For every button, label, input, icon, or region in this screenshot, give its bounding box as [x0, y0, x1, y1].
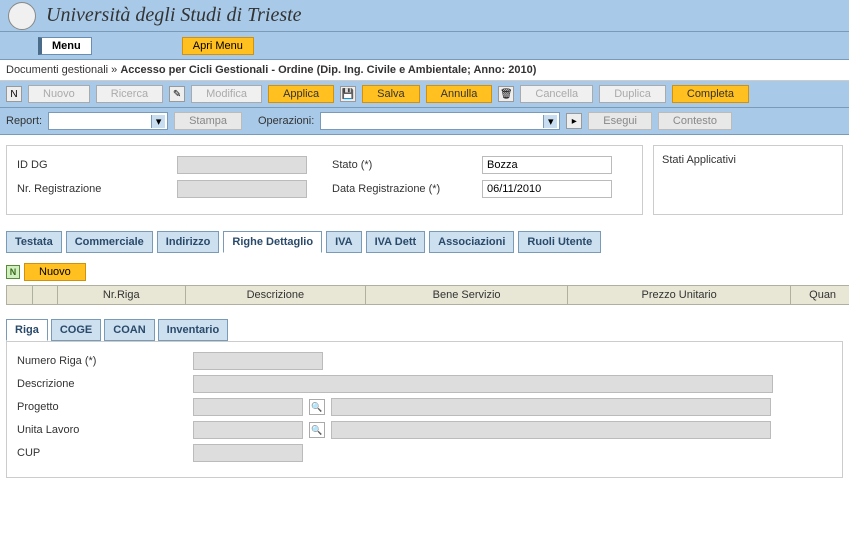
tab-indirizzo[interactable]: Indirizzo [157, 231, 220, 253]
run-button[interactable]: Esegui [588, 112, 652, 130]
tab-ruoli-utente[interactable]: Ruoli Utente [518, 231, 601, 253]
subtab-inventario[interactable]: Inventario [158, 319, 229, 341]
delete-button[interactable]: Cancella [520, 85, 593, 103]
context-button[interactable]: Contesto [658, 112, 732, 130]
grid-col-quantita: Quan [791, 286, 849, 305]
delete-icon: 🗑 [498, 86, 514, 102]
grid-col-blank1 [7, 286, 33, 305]
report-label: Report: [6, 115, 42, 127]
unita-lavoro-lookup-icon[interactable]: 🔍 [309, 422, 325, 438]
apply-button[interactable]: Applica [268, 85, 334, 103]
tab-commerciale[interactable]: Commerciale [66, 231, 153, 253]
tab-iva[interactable]: IVA [326, 231, 362, 253]
data-reg-field[interactable]: 06/11/2010 [482, 180, 612, 198]
university-logo [8, 2, 36, 30]
grid-col-blank2 [32, 286, 58, 305]
edit-icon: ✎ [169, 86, 185, 102]
chevron-down-icon: ▾ [543, 115, 557, 128]
grid-col-nrriga: Nr.Riga [58, 286, 186, 305]
breadcrumb: Documenti gestionali » Accesso per Cicli… [0, 60, 849, 81]
progetto-lookup-icon[interactable]: 🔍 [309, 399, 325, 415]
grid-col-descrizione: Descrizione [185, 286, 366, 305]
operations-select[interactable]: ▾ [320, 112, 560, 130]
new-icon: N [6, 86, 22, 102]
chevron-down-icon: ▾ [151, 115, 165, 128]
tab-iva-dett[interactable]: IVA Dett [366, 231, 426, 253]
grid-col-bene-servizio: Bene Servizio [366, 286, 568, 305]
numero-riga-label: Numero Riga (*) [17, 355, 187, 367]
nr-reg-label: Nr. Registrazione [17, 183, 167, 195]
new-row-button[interactable]: Nuovo [24, 263, 86, 281]
cup-label: CUP [17, 447, 187, 459]
stato-label: Stato (*) [332, 159, 472, 171]
unita-lavoro-code-field[interactable] [193, 421, 303, 439]
progetto-desc-field[interactable] [331, 398, 771, 416]
edit-button[interactable]: Modifica [191, 85, 262, 103]
numero-riga-field[interactable] [193, 352, 323, 370]
progetto-code-field[interactable] [193, 398, 303, 416]
tab-associazioni[interactable]: Associazioni [429, 231, 514, 253]
tab-testata[interactable]: Testata [6, 231, 62, 253]
operations-label: Operazioni: [258, 115, 314, 127]
search-button[interactable]: Ricerca [96, 85, 163, 103]
tab-righe-dettaglio[interactable]: Righe Dettaglio [223, 231, 322, 253]
stati-applicativi-label: Stati Applicativi [662, 154, 834, 166]
cancel-button[interactable]: Annulla [426, 85, 493, 103]
open-menu-button[interactable]: Apri Menu [182, 37, 254, 55]
id-dg-field [177, 156, 307, 174]
id-dg-label: ID DG [17, 159, 167, 171]
report-select[interactable]: ▾ [48, 112, 168, 130]
new-button[interactable]: Nuovo [28, 85, 90, 103]
complete-button[interactable]: Completa [672, 85, 749, 103]
cup-field[interactable] [193, 444, 303, 462]
descrizione-label: Descrizione [17, 378, 187, 390]
nr-reg-field [177, 180, 307, 198]
descrizione-field[interactable] [193, 375, 773, 393]
subtab-coge[interactable]: COGE [51, 319, 101, 341]
menu-button[interactable]: Menu [38, 37, 92, 55]
data-reg-label: Data Registrazione (*) [332, 183, 472, 195]
grid-col-prezzo: Prezzo Unitario [568, 286, 791, 305]
subtab-coan[interactable]: COAN [104, 319, 154, 341]
new-row-icon: N [6, 265, 20, 279]
subtab-riga[interactable]: Riga [6, 319, 48, 341]
progetto-label: Progetto [17, 401, 187, 413]
print-button[interactable]: Stampa [174, 112, 242, 130]
save-button[interactable]: Salva [362, 85, 420, 103]
run-icon: ▸ [566, 113, 582, 129]
save-icon: 💾 [340, 86, 356, 102]
duplicate-button[interactable]: Duplica [599, 85, 666, 103]
page-title: Università degli Studi di Trieste [46, 4, 302, 27]
unita-lavoro-label: Unita Lavoro [17, 424, 187, 436]
unita-lavoro-desc-field[interactable] [331, 421, 771, 439]
stato-field[interactable]: Bozza [482, 156, 612, 174]
